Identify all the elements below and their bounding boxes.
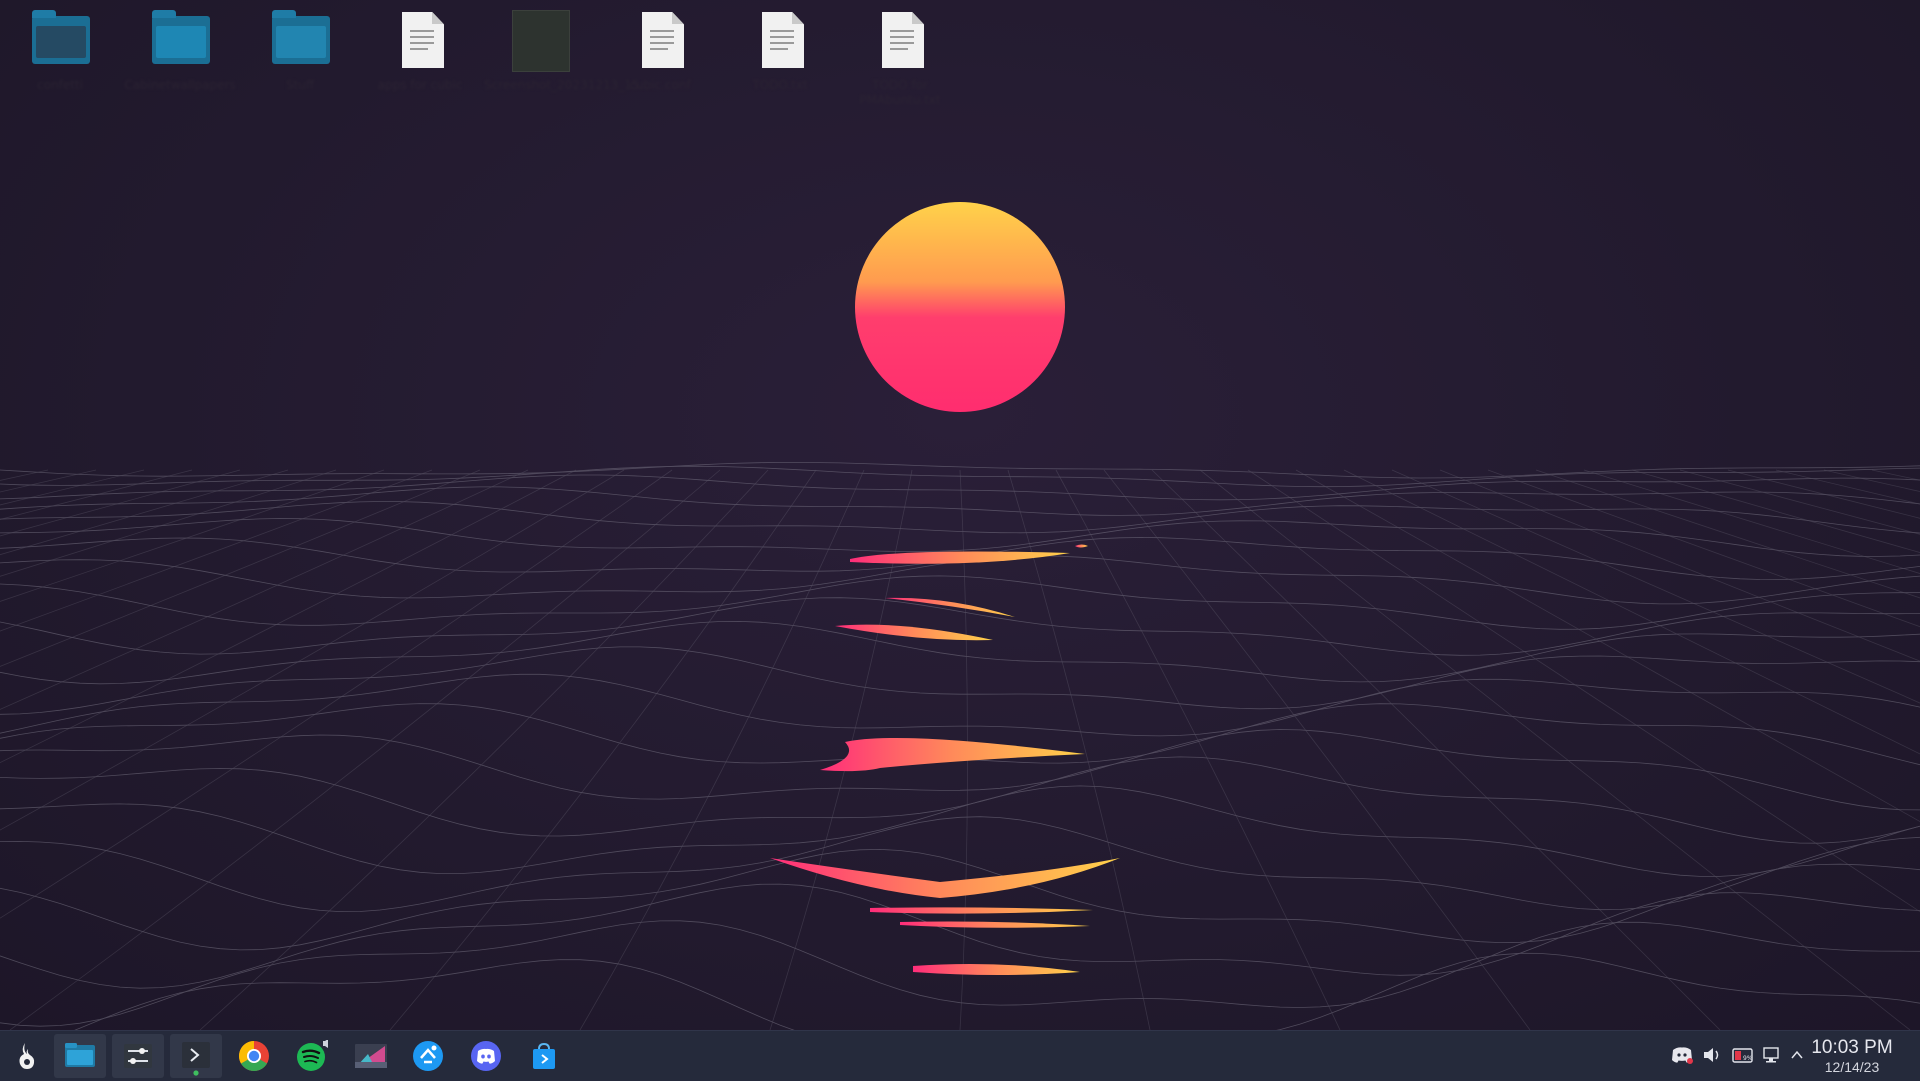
discord-tray-icon[interactable] bbox=[1670, 1045, 1694, 1067]
wave-grid-line bbox=[1391, 469, 1920, 704]
settings-sliders-icon bbox=[124, 1044, 152, 1068]
wave-grid-line bbox=[1199, 469, 1911, 1030]
wave-grid-line bbox=[0, 469, 529, 710]
taskbar-app-chrome[interactable] bbox=[228, 1034, 280, 1078]
battery-icon[interactable]: 9% bbox=[1732, 1045, 1754, 1065]
wave-grid-line bbox=[1055, 469, 1341, 1030]
image-thumbnail-icon bbox=[508, 8, 572, 72]
wave-grid-line bbox=[0, 501, 1920, 534]
folder-icon bbox=[268, 8, 332, 72]
desktop-icon-label: apps for cubic bbox=[377, 78, 463, 92]
wave-grid-line bbox=[389, 469, 817, 1030]
taskbar-app-spotify[interactable] bbox=[286, 1034, 338, 1078]
discord-icon bbox=[471, 1041, 501, 1071]
wave-grid-line bbox=[0, 474, 1920, 501]
clock-date: 12/14/23 bbox=[1824, 1059, 1880, 1075]
volume-icon[interactable] bbox=[1702, 1045, 1722, 1065]
clock-time: 10:03 PM bbox=[1811, 1037, 1893, 1058]
desktop-icon-todo-pmabuntu[interactable]: TODO for PMAbuntu.txt bbox=[844, 8, 956, 108]
wave-grid-line bbox=[1103, 469, 1531, 1030]
sun bbox=[855, 202, 1065, 412]
network-icon[interactable] bbox=[1762, 1045, 1782, 1065]
wave-grid-line bbox=[1343, 469, 1920, 756]
folder-icon bbox=[28, 8, 92, 72]
desktop[interactable]: confetti Cabinetwallpapers Stuff apps fo… bbox=[0, 0, 1920, 1030]
taskbar: 9% 10:03 PM 12/14/23 bbox=[0, 1030, 1920, 1081]
desktop-icon-label: confetti bbox=[37, 78, 83, 92]
kdeconnect-icon bbox=[413, 1041, 443, 1071]
terminal-icon bbox=[182, 1042, 210, 1076]
desktop-icon-cubic-conf[interactable]: cubic.conf bbox=[604, 8, 716, 93]
spotify-icon bbox=[297, 1040, 328, 1071]
taskbar-app-file-manager[interactable] bbox=[54, 1034, 106, 1078]
wave-grid-line bbox=[0, 756, 1920, 844]
desktop-icon-stuff[interactable]: Stuff bbox=[244, 8, 356, 93]
wave-grid-line bbox=[9, 469, 721, 1030]
wave-grid-line bbox=[1631, 469, 1920, 553]
digital-clock[interactable]: 10:03 PM 12/14/23 bbox=[1792, 1037, 1912, 1075]
wave-grid-line bbox=[1295, 469, 1920, 823]
desktop-icon-todo[interactable]: TODO.txt bbox=[724, 8, 836, 93]
folder-icon bbox=[148, 8, 212, 72]
folder-icon bbox=[65, 1043, 95, 1067]
desktop-icon-label: Screenshot_20231213_15... bbox=[484, 78, 651, 92]
desktop-icon-label: Stuff bbox=[285, 78, 315, 92]
wave-grid-line bbox=[1439, 469, 1920, 662]
document-icon bbox=[628, 8, 692, 72]
wave-grid-line bbox=[1727, 469, 1920, 519]
wave-grid-line bbox=[1583, 469, 1920, 574]
document-icon bbox=[868, 8, 932, 72]
desktop-icon-label: cubic.conf bbox=[629, 78, 691, 92]
desktop-icon-label: TODO.txt bbox=[752, 78, 808, 92]
svg-text:9%: 9% bbox=[1743, 1055, 1753, 1062]
taskbar-app-krita[interactable] bbox=[344, 1034, 396, 1078]
document-icon bbox=[748, 8, 812, 72]
wave-grid-line bbox=[0, 469, 577, 764]
taskbar-app-kdeconnect[interactable] bbox=[402, 1034, 454, 1078]
taskbar-app-system-settings[interactable] bbox=[112, 1034, 164, 1078]
taskbar-app-discord[interactable] bbox=[460, 1034, 512, 1078]
desktop-icon-label: Cabinetwallpapers bbox=[124, 78, 236, 92]
desktop-icon-confetti[interactable]: confetti bbox=[4, 8, 116, 93]
taskbar-app-terminal[interactable] bbox=[170, 1034, 222, 1078]
wave-grid-line bbox=[1823, 469, 1920, 492]
document-icon bbox=[388, 8, 452, 72]
wave-grid-line bbox=[0, 469, 625, 831]
wave-grid-line bbox=[0, 646, 1920, 715]
chrome-icon bbox=[238, 1041, 269, 1072]
taskbar-app-discover[interactable] bbox=[518, 1034, 570, 1078]
wave-grid-line bbox=[0, 816, 1920, 913]
wave-grid-line bbox=[579, 469, 865, 1030]
wallpaper-synthwave-sunset bbox=[0, 202, 1920, 1030]
desktop-icon-apps-for-cubic[interactable]: apps for cubic bbox=[364, 8, 476, 93]
wave-grid-line bbox=[0, 673, 1920, 737]
krita-icon bbox=[355, 1044, 387, 1068]
wave-grid-line bbox=[0, 620, 1920, 685]
desktop-icon-cabinetwallpapers[interactable]: Cabinetwallpapers bbox=[124, 8, 236, 93]
store-bag-icon bbox=[533, 1042, 555, 1069]
wave-grid-line bbox=[199, 469, 769, 1030]
desktop-icon-screenshot[interactable]: Screenshot_20231213_15... bbox=[484, 8, 651, 93]
wave-grid-line bbox=[0, 486, 1920, 516]
desktop-icon-label: TODO for PMAbuntu.txt bbox=[859, 78, 941, 107]
system-tray: 9% bbox=[1660, 1031, 1803, 1081]
application-launcher-button[interactable] bbox=[4, 1034, 48, 1078]
wave-grid-line bbox=[0, 785, 1920, 877]
kde-launcher-icon bbox=[19, 1043, 35, 1069]
